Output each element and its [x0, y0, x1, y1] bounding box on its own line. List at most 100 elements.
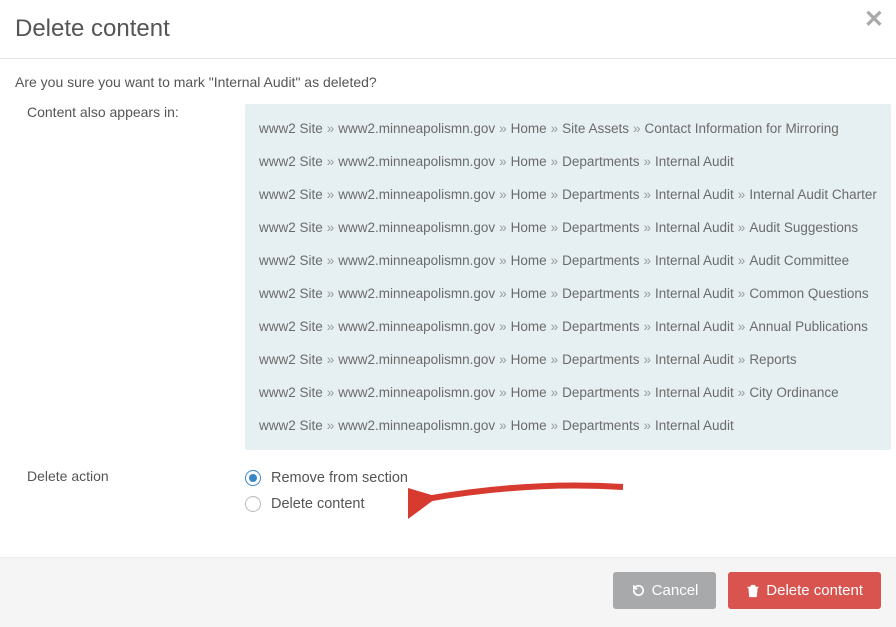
appears-in-list: www2 Site»www2.minneapolismn.gov»Home»Si… — [245, 104, 891, 450]
breadcrumb-link[interactable]: Annual Publications — [749, 319, 868, 334]
radio-option[interactable]: Remove from section — [245, 470, 881, 486]
breadcrumb-link[interactable]: Audit Committee — [749, 253, 849, 268]
breadcrumb-link[interactable]: www2.minneapolismn.gov — [338, 154, 495, 169]
delete-action-radio-group: Remove from section Delete content — [245, 468, 881, 512]
breadcrumb-link[interactable]: Internal Audit — [655, 154, 734, 169]
delete-button-label: Delete content — [766, 582, 863, 599]
breadcrumb-separator: » — [551, 319, 559, 334]
breadcrumb-separator: » — [499, 286, 507, 301]
breadcrumb-separator: » — [633, 121, 641, 136]
close-button[interactable]: ✕ — [864, 8, 884, 32]
breadcrumb-separator: » — [551, 385, 559, 400]
breadcrumb-link[interactable]: Departments — [562, 253, 639, 268]
breadcrumb-link[interactable]: www2 Site — [259, 154, 323, 169]
breadcrumb-link[interactable]: Internal Audit — [655, 319, 734, 334]
breadcrumb-separator: » — [499, 418, 507, 433]
cancel-button[interactable]: Cancel — [613, 572, 717, 609]
breadcrumb-link[interactable]: Departments — [562, 418, 639, 433]
breadcrumb-link[interactable]: Internal Audit — [655, 286, 734, 301]
breadcrumb-separator: » — [738, 253, 746, 268]
radio-label: Delete content — [271, 496, 365, 512]
breadcrumb-link[interactable]: www2 Site — [259, 385, 323, 400]
breadcrumb-separator: » — [643, 154, 651, 169]
breadcrumb-link[interactable]: Home — [511, 418, 547, 433]
breadcrumb-link[interactable]: Departments — [562, 319, 639, 334]
breadcrumb-link[interactable]: Internal Audit — [655, 187, 734, 202]
breadcrumb-row: www2 Site»www2.minneapolismn.gov»Home»De… — [245, 343, 891, 376]
breadcrumb-row: www2 Site»www2.minneapolismn.gov»Home»De… — [245, 244, 891, 277]
breadcrumb-row: www2 Site»www2.minneapolismn.gov»Home»De… — [245, 409, 891, 442]
breadcrumb-separator: » — [499, 319, 507, 334]
breadcrumb-link[interactable]: Home — [511, 220, 547, 235]
breadcrumb-separator: » — [499, 187, 507, 202]
breadcrumb-link[interactable]: Departments — [562, 220, 639, 235]
breadcrumb-link[interactable]: Internal Audit — [655, 385, 734, 400]
breadcrumb-link[interactable]: www2 Site — [259, 121, 323, 136]
breadcrumb-link[interactable]: Internal Audit — [655, 253, 734, 268]
breadcrumb-separator: » — [738, 286, 746, 301]
breadcrumb-separator: » — [327, 385, 335, 400]
breadcrumb-link[interactable]: Home — [511, 121, 547, 136]
breadcrumb-link[interactable]: Audit Suggestions — [749, 220, 858, 235]
breadcrumb-separator: » — [327, 220, 335, 235]
breadcrumb-link[interactable]: www2.minneapolismn.gov — [338, 352, 495, 367]
breadcrumb-separator: » — [499, 253, 507, 268]
breadcrumb-link[interactable]: Home — [511, 286, 547, 301]
radio-option[interactable]: Delete content — [245, 496, 881, 512]
breadcrumb-link[interactable]: www2 Site — [259, 253, 323, 268]
breadcrumb-separator: » — [327, 121, 335, 136]
breadcrumb-link[interactable]: Home — [511, 352, 547, 367]
breadcrumb-link[interactable]: Departments — [562, 352, 639, 367]
breadcrumb-link[interactable]: www2.minneapolismn.gov — [338, 418, 495, 433]
breadcrumb-link[interactable]: www2 Site — [259, 220, 323, 235]
appears-in-row: Content also appears in: www2 Site»www2.… — [15, 104, 881, 450]
breadcrumb-separator: » — [738, 187, 746, 202]
trash-icon — [746, 583, 760, 598]
breadcrumb-link[interactable]: www2.minneapolismn.gov — [338, 187, 495, 202]
delete-content-button[interactable]: Delete content — [728, 572, 881, 609]
breadcrumb-link[interactable]: Home — [511, 319, 547, 334]
breadcrumb-link[interactable]: Reports — [749, 352, 796, 367]
breadcrumb-separator: » — [327, 286, 335, 301]
modal-header: Delete content ✕ — [0, 0, 896, 59]
breadcrumb-link[interactable]: Contact Information for Mirroring — [644, 121, 838, 136]
breadcrumb-link[interactable]: Home — [511, 154, 547, 169]
breadcrumb-separator: » — [643, 385, 651, 400]
breadcrumb-link[interactable]: Common Questions — [749, 286, 868, 301]
breadcrumb-link[interactable]: City Ordinance — [749, 385, 838, 400]
breadcrumb-link[interactable]: www2.minneapolismn.gov — [338, 220, 495, 235]
breadcrumb-link[interactable]: www2.minneapolismn.gov — [338, 121, 495, 136]
breadcrumb-row: www2 Site»www2.minneapolismn.gov»Home»De… — [245, 310, 891, 343]
breadcrumb-link[interactable]: Departments — [562, 154, 639, 169]
modal-title: Delete content — [15, 15, 881, 43]
breadcrumb-link[interactable]: www2 Site — [259, 286, 323, 301]
breadcrumb-link[interactable]: www2 Site — [259, 418, 323, 433]
breadcrumb-link[interactable]: Internal Audit — [655, 352, 734, 367]
breadcrumb-link[interactable]: Home — [511, 253, 547, 268]
breadcrumb-link[interactable]: Internal Audit — [655, 220, 734, 235]
modal-body: Are you sure you want to mark "Internal … — [0, 59, 896, 560]
breadcrumb-link[interactable]: Departments — [562, 286, 639, 301]
breadcrumb-separator: » — [499, 220, 507, 235]
breadcrumb-link[interactable]: Home — [511, 385, 547, 400]
breadcrumb-link[interactable]: Departments — [562, 187, 639, 202]
breadcrumb-separator: » — [551, 352, 559, 367]
breadcrumb-link[interactable]: Internal Audit — [655, 418, 734, 433]
breadcrumb-separator: » — [327, 319, 335, 334]
breadcrumb-separator: » — [327, 154, 335, 169]
breadcrumb-link[interactable]: www2.minneapolismn.gov — [338, 319, 495, 334]
breadcrumb-link[interactable]: www2.minneapolismn.gov — [338, 253, 495, 268]
breadcrumb-link[interactable]: www2 Site — [259, 187, 323, 202]
breadcrumb-link[interactable]: Home — [511, 187, 547, 202]
breadcrumb-link[interactable]: Site Assets — [562, 121, 629, 136]
breadcrumb-link[interactable]: Departments — [562, 385, 639, 400]
radio-icon — [245, 496, 261, 512]
modal-footer: Cancel Delete content — [0, 557, 896, 627]
breadcrumb-link[interactable]: www2 Site — [259, 319, 323, 334]
appears-in-label: Content also appears in: — [15, 104, 245, 450]
breadcrumb-link[interactable]: www2.minneapolismn.gov — [338, 385, 495, 400]
breadcrumb-separator: » — [643, 286, 651, 301]
breadcrumb-link[interactable]: Internal Audit Charter — [749, 187, 877, 202]
breadcrumb-link[interactable]: www2.minneapolismn.gov — [338, 286, 495, 301]
breadcrumb-link[interactable]: www2 Site — [259, 352, 323, 367]
